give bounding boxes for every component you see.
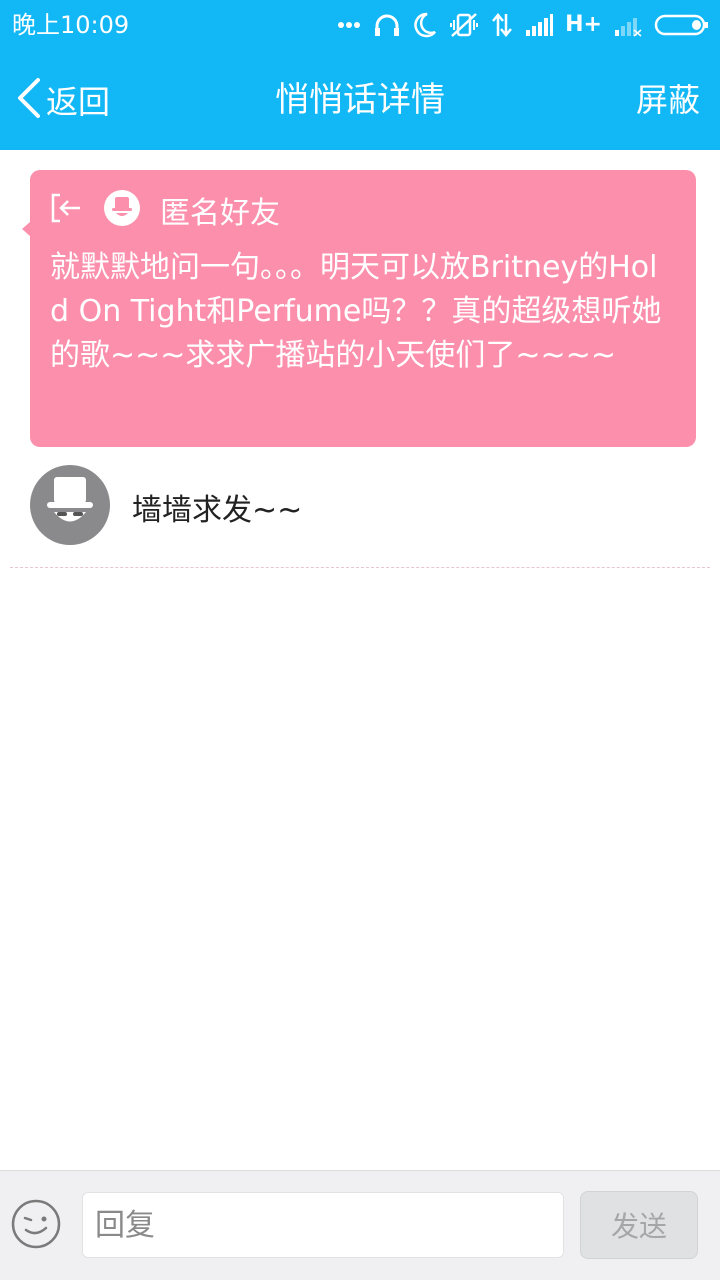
- emoji-icon[interactable]: [11, 1199, 61, 1253]
- exit-arrow-icon[interactable]: [50, 191, 84, 229]
- status-icons: H+: [337, 9, 710, 41]
- send-button[interactable]: 发送: [580, 1191, 698, 1259]
- reply-input[interactable]: [82, 1192, 564, 1258]
- block-button[interactable]: 屏蔽: [636, 78, 700, 122]
- signal-icon: [525, 13, 554, 37]
- more-dots-icon: [337, 21, 361, 29]
- network-type: H+: [565, 12, 602, 37]
- status-bar: 晚上10:09 H+: [0, 0, 720, 50]
- card-header: 匿名好友: [50, 188, 676, 232]
- message-card: 匿名好友 就默默地问一句。。。明天可以放Britney的Hold On Tigh…: [22, 170, 696, 447]
- battery-icon: [654, 13, 710, 37]
- page-title: 悄悄话详情: [275, 80, 445, 120]
- vibrate-off-icon: [449, 12, 479, 38]
- signal-weak-icon: [614, 13, 642, 37]
- headphones-icon: [373, 12, 401, 38]
- moon-icon: [413, 12, 437, 38]
- reply-item: 墙墙求发~~: [30, 465, 690, 549]
- reply-bar: 发送: [0, 1170, 720, 1280]
- anonymous-avatar-icon[interactable]: [30, 465, 110, 549]
- title-bar: 返回 悄悄话详情 屏蔽: [0, 50, 720, 150]
- message-text: 就默默地问一句。。。明天可以放Britney的Hold On Tight和Per…: [50, 250, 662, 373]
- sender-name: 匿名好友: [160, 196, 280, 231]
- data-transfer-icon: [491, 12, 513, 38]
- divider: [10, 567, 710, 568]
- status-time: 晚上10:09: [12, 11, 130, 39]
- anonymous-friend-icon: [104, 190, 140, 230]
- reply-text: 墙墙求发~~: [132, 493, 303, 528]
